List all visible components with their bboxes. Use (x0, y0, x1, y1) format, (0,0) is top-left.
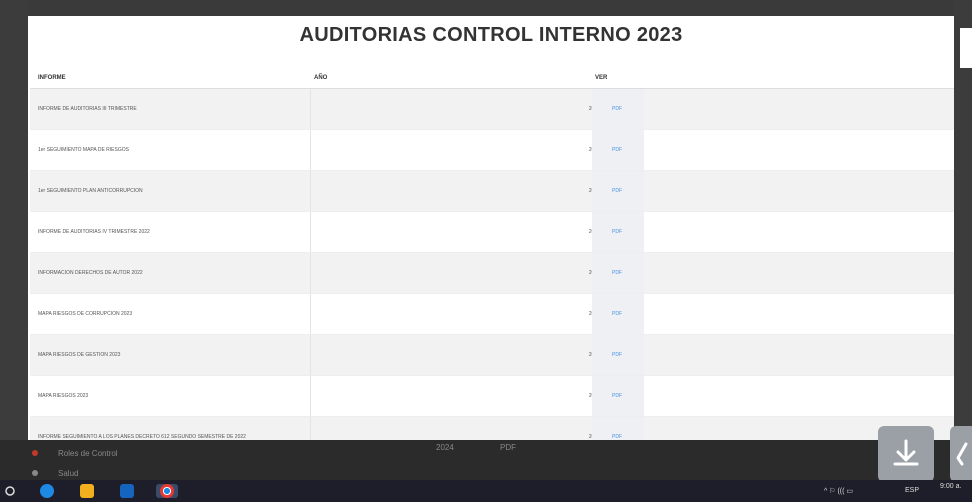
bullet-icon (32, 470, 38, 476)
page-title: AUDITORIAS CONTROL INTERNO 2023 (299, 24, 683, 46)
document-viewer: AUDITORIAS CONTROL INTERNO 2023 INFORME … (28, 16, 954, 440)
pdf-link[interactable]: PDF (612, 147, 622, 153)
table-row: 1er SEGUIMIENTO PLAN ANTICORRUPCIÓN 2023… (30, 171, 954, 212)
row-name: MAPA RIESGOS 2023 (38, 393, 89, 399)
column-separator (310, 89, 311, 129)
row-name: MAPA RIESGOS DE GESTIÓN 2023 (38, 352, 121, 358)
chrome-icon (160, 484, 174, 498)
pdf-link[interactable]: PDF (612, 352, 622, 358)
pdf-cell: PDF (592, 253, 644, 293)
pdf-cell: PDF (592, 294, 644, 334)
row-name: MAPA RIESGOS DE CORRUPCIÓN 2023 (38, 311, 133, 317)
background-item-roles[interactable]: Roles de Control (58, 449, 118, 458)
column-separator (310, 417, 311, 440)
row-name: 1er SEGUIMIENTO MAPA DE RIESGOS (38, 147, 129, 153)
table-row: MAPA RIESGOS 2023 2023 PDF (30, 376, 954, 417)
background-page-bottom: Roles de Control Salud 2024 PDF (0, 440, 972, 480)
table-row: INFORMACIÓN DERECHOS DE AUTOR 2022 2023 … (30, 253, 954, 294)
browser-top-area (0, 0, 972, 16)
tray-icons[interactable]: ^ ⚐ ((( ▭ (824, 487, 853, 495)
column-separator (310, 294, 311, 334)
row-name: INFORME DE AUDITORÍAS IV TRIMESTRE 2022 (38, 229, 150, 235)
chrome-taskbar-button[interactable] (156, 484, 178, 498)
clock[interactable]: 9:00 a. (940, 483, 961, 490)
table-header: INFORME AÑO VER (30, 68, 954, 89)
file-explorer-icon[interactable] (80, 484, 94, 498)
drive-icon (956, 442, 968, 466)
table-row: INFORME SEGUIMIENTO A LOS PLANES DECRETO… (30, 417, 954, 440)
pdf-link[interactable]: PDF (612, 106, 622, 112)
windows-taskbar: ^ ⚐ ((( ▭ ESP 9:00 a. (0, 480, 972, 502)
column-separator (310, 212, 311, 252)
column-separator (310, 376, 311, 416)
column-separator (310, 171, 311, 211)
bullet-icon (32, 450, 38, 456)
mail-icon[interactable] (120, 484, 134, 498)
background-right-strip (960, 28, 972, 68)
table-row: 1er SEGUIMIENTO MAPA DE RIESGOS 2023 PDF (30, 130, 954, 171)
background-pdf-label: PDF (500, 443, 516, 452)
table-row: MAPA RIESGOS DE GESTIÓN 2023 2023 PDF (30, 335, 954, 376)
pdf-link[interactable]: PDF (612, 229, 622, 235)
row-name: INFORME DE AUDITORÍAS III TRIMESTRE (38, 106, 137, 112)
download-icon (893, 439, 919, 466)
download-button[interactable] (878, 426, 934, 482)
pdf-link[interactable]: PDF (612, 393, 622, 399)
pdf-cell: PDF (592, 335, 644, 375)
column-separator (310, 253, 311, 293)
search-icon[interactable] (4, 485, 16, 497)
header-year: AÑO (314, 75, 328, 81)
column-separator (310, 130, 311, 170)
table-row: MAPA RIESGOS DE CORRUPCIÓN 2023 2023 PDF (30, 294, 954, 335)
header-informe: INFORME (38, 75, 66, 81)
pdf-cell: PDF (592, 212, 644, 252)
column-separator (310, 335, 311, 375)
header-ver: VER (595, 75, 608, 81)
background-item-salud[interactable]: Salud (58, 469, 78, 478)
pdf-link[interactable]: PDF (612, 188, 622, 194)
pdf-cell: PDF (592, 130, 644, 170)
pdf-link[interactable]: PDF (612, 270, 622, 276)
pdf-link[interactable]: PDF (612, 311, 622, 317)
table-row: INFORME DE AUDITORÍAS IV TRIMESTRE 2022 … (30, 212, 954, 253)
language-indicator[interactable]: ESP (905, 487, 919, 494)
table-row: INFORME DE AUDITORÍAS III TRIMESTRE 2023… (30, 89, 954, 130)
background-left-panel (0, 0, 28, 440)
row-name: 1er SEGUIMIENTO PLAN ANTICORRUPCIÓN (38, 188, 143, 194)
row-name: INFORMACIÓN DERECHOS DE AUTOR 2022 (38, 270, 143, 276)
pdf-cell: PDF (592, 171, 644, 211)
background-year-label: 2024 (436, 443, 454, 452)
pdf-cell: PDF (592, 89, 644, 129)
pdf-cell: PDF (592, 376, 644, 416)
pdf-cell: PDF (592, 417, 644, 440)
reports-table: INFORME AÑO VER INFORME DE AUDITORÍAS II… (30, 68, 954, 440)
drive-button[interactable] (950, 426, 972, 482)
edge-icon[interactable] (40, 484, 54, 498)
